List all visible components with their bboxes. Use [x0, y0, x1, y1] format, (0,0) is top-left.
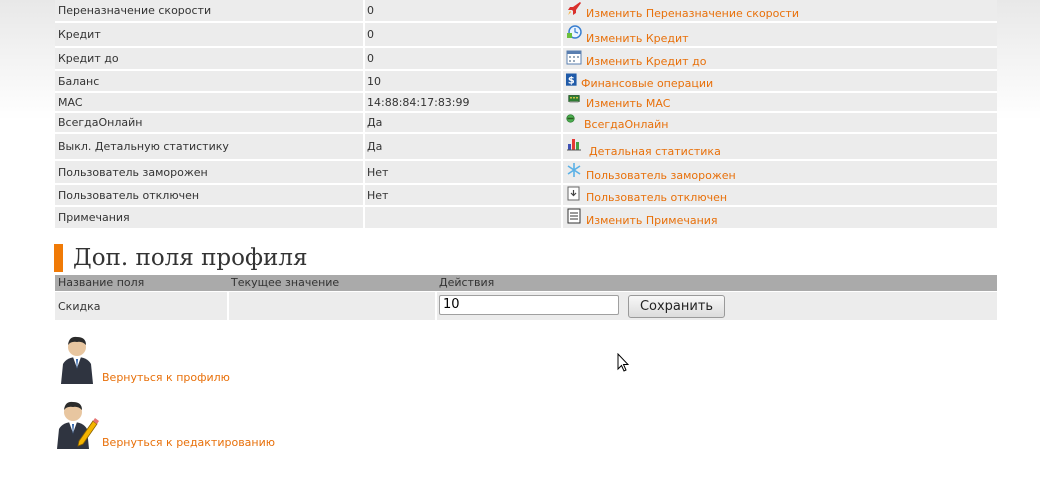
property-label: Пользователь отключен: [58, 188, 200, 202]
table-row: Выкл. Детальную статистику Да Детальная …: [55, 134, 997, 161]
calendar-icon: [566, 50, 582, 65]
table-row: Примечания Изменить Примечания: [55, 207, 997, 230]
notes-icon: [567, 208, 581, 224]
property-label: Примечания: [58, 211, 130, 224]
save-button[interactable]: Сохранить: [628, 295, 725, 318]
discount-input[interactable]: [439, 295, 619, 315]
user-avatar-icon: [61, 336, 93, 384]
change-notes-link[interactable]: Изменить Примечания: [586, 214, 718, 227]
always-online-link[interactable]: ВсегдаОнлайн: [584, 118, 668, 131]
property-action: Изменить Кредит до: [561, 48, 997, 69]
network-card-icon: [568, 95, 580, 103]
property-label: Баланс: [58, 74, 100, 88]
table-row: Кредит до 0 Изменить Кредит до: [55, 48, 997, 71]
extra-fields-header: Название поля Текущее значение Действия: [55, 275, 997, 291]
table-row: Кредит 0 Изменить Кредит: [55, 23, 997, 48]
rocket-icon: [568, 2, 581, 15]
property-value: Нет: [363, 185, 388, 205]
table-row: Переназначение скорости 0 Изменить Перен…: [55, 0, 997, 23]
section-title: Доп. поля профиля: [73, 245, 308, 271]
property-label: Пользователь заморожен: [58, 165, 208, 179]
table-row: Пользователь заморожен Нет Пользователь …: [55, 161, 997, 185]
column-header-actions: Действия: [439, 276, 495, 289]
user-edit-icon: [57, 401, 99, 449]
field-name: Скидка: [58, 300, 101, 313]
power-icon: [567, 186, 580, 201]
property-label: Выкл. Детальную статистику: [58, 140, 229, 153]
property-action: Детальная статистика: [561, 134, 997, 159]
section-heading: Доп. поля профиля: [54, 244, 307, 272]
property-action: $ Финансовые операции: [561, 71, 997, 91]
back-to-profile[interactable]: Вернуться к профилю: [55, 334, 230, 384]
property-action: Пользователь заморожен: [561, 161, 997, 183]
property-value: 0: [363, 23, 374, 46]
financial-operations-link[interactable]: Финансовые операции: [581, 77, 713, 90]
property-value: 14:88:84:17:83:99: [363, 93, 470, 111]
user-frozen-link[interactable]: Пользователь заморожен: [586, 169, 736, 182]
table-row: Пользователь отключен Нет Пользователь о…: [55, 185, 997, 207]
mouse-cursor-icon: [617, 353, 629, 372]
back-to-profile-link[interactable]: Вернуться к профилю: [102, 371, 230, 384]
credit-clock-icon: [567, 25, 582, 39]
property-value: [363, 207, 367, 228]
change-credit-until-link[interactable]: Изменить Кредит до: [586, 55, 706, 68]
property-label: Переназначение скорости: [58, 4, 212, 17]
property-value: Нет: [363, 161, 388, 183]
property-label: MAC: [58, 95, 83, 109]
property-value: 0: [363, 48, 374, 69]
change-mac-link[interactable]: Изменить MAC: [586, 97, 670, 110]
property-action: Изменить MAC: [561, 93, 997, 111]
property-value: Да: [363, 134, 382, 159]
property-action: Изменить Переназначение скорости: [561, 0, 997, 21]
dollar-icon: $: [566, 73, 577, 86]
property-action: Изменить Примечания: [561, 207, 997, 228]
table-row: Баланс 10 $ Финансовые операции: [55, 71, 997, 93]
column-header-name: Название поля: [58, 276, 145, 289]
detailed-statistics-link[interactable]: Детальная статистика: [589, 145, 721, 158]
property-label: Кредит до: [58, 52, 119, 65]
property-action: Изменить Кредит: [561, 23, 997, 46]
property-value: 10: [363, 71, 381, 91]
column-header-current: Текущее значение: [231, 276, 340, 289]
user-disabled-link[interactable]: Пользователь отключен: [586, 191, 727, 204]
back-to-editing-link[interactable]: Вернуться к редактированию: [102, 436, 275, 449]
snowflake-icon: [567, 163, 581, 177]
online-status-icon: [566, 114, 575, 123]
property-label: Кредит: [58, 28, 101, 41]
property-value: 0: [363, 0, 374, 21]
property-label: ВсегдаОнлайн: [58, 116, 143, 129]
back-to-editing[interactable]: Вернуться к редактированию: [55, 399, 275, 449]
bar-chart-icon: [567, 139, 581, 151]
property-value: Да: [363, 113, 382, 132]
divider: [435, 292, 437, 320]
change-speed-override-link[interactable]: Изменить Переназначение скорости: [586, 7, 799, 20]
property-action: ВсегдаОнлайн: [561, 113, 997, 132]
svg-text:$: $: [568, 75, 575, 86]
section-accent-bar: [54, 244, 63, 272]
table-row: MAC 14:88:84:17:83:99 Изменить MAC: [55, 93, 997, 113]
table-row: Скидка Сохранить: [55, 292, 997, 320]
table-row: ВсегдаОнлайн Да ВсегдаОнлайн: [55, 113, 997, 134]
property-action: Пользователь отключен: [561, 185, 997, 205]
change-credit-link[interactable]: Изменить Кредит: [586, 32, 689, 45]
divider: [227, 292, 229, 320]
